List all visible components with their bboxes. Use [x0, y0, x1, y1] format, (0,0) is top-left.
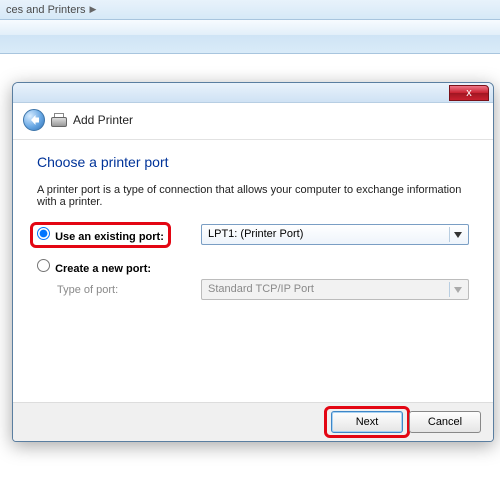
dialog-title: Add Printer [73, 113, 133, 127]
next-button[interactable]: Next [331, 411, 403, 433]
highlight-existing-port: Use an existing port: [30, 222, 171, 248]
radio-new-port-label: Create a new port: [55, 263, 151, 275]
printer-icon [51, 113, 67, 127]
dialog-content: Choose a printer port A printer port is … [13, 140, 493, 402]
new-port-type-label: Type of port: [57, 284, 191, 296]
radio-existing-port-input[interactable] [37, 227, 50, 240]
page-heading: Choose a printer port [37, 154, 469, 170]
highlight-next-button: Next [324, 406, 410, 438]
dialog-header: Add Printer [13, 103, 493, 140]
back-button[interactable] [23, 109, 45, 131]
radio-existing-port-label: Use an existing port: [55, 231, 164, 243]
dialog-titlebar: x [13, 83, 493, 103]
close-button[interactable]: x [449, 85, 489, 101]
cancel-button[interactable]: Cancel [409, 411, 481, 433]
new-port-type-value: Standard TCP/IP Port [208, 283, 314, 295]
explorer-toolbar [0, 20, 500, 54]
option-new-port-type-row: Type of port: Standard TCP/IP Port [37, 279, 469, 300]
breadcrumb-segment: ces and Printers [6, 4, 85, 16]
radio-existing-port[interactable]: Use an existing port: [37, 231, 164, 243]
new-port-type-select: Standard TCP/IP Port [201, 279, 469, 300]
dialog-footer: Next Cancel [13, 402, 493, 441]
add-printer-dialog: x Add Printer Choose a printer port A pr… [12, 82, 494, 442]
explorer-breadcrumb: ces and Printers ▶ [0, 0, 500, 20]
option-new-port-row: Create a new port: [37, 259, 469, 275]
breadcrumb-separator-icon: ▶ [89, 4, 96, 15]
option-existing-port-row: Use an existing port: LPT1: (Printer Por… [37, 224, 469, 245]
radio-new-port-input[interactable] [37, 259, 50, 272]
arrow-left-icon [28, 114, 40, 126]
existing-port-select[interactable]: LPT1: (Printer Port) [201, 224, 469, 245]
page-description: A printer port is a type of connection t… [37, 184, 469, 208]
chevron-down-icon [449, 282, 466, 297]
existing-port-value: LPT1: (Printer Port) [208, 228, 303, 240]
chevron-down-icon [449, 227, 466, 242]
radio-new-port[interactable]: Create a new port: [37, 259, 151, 275]
